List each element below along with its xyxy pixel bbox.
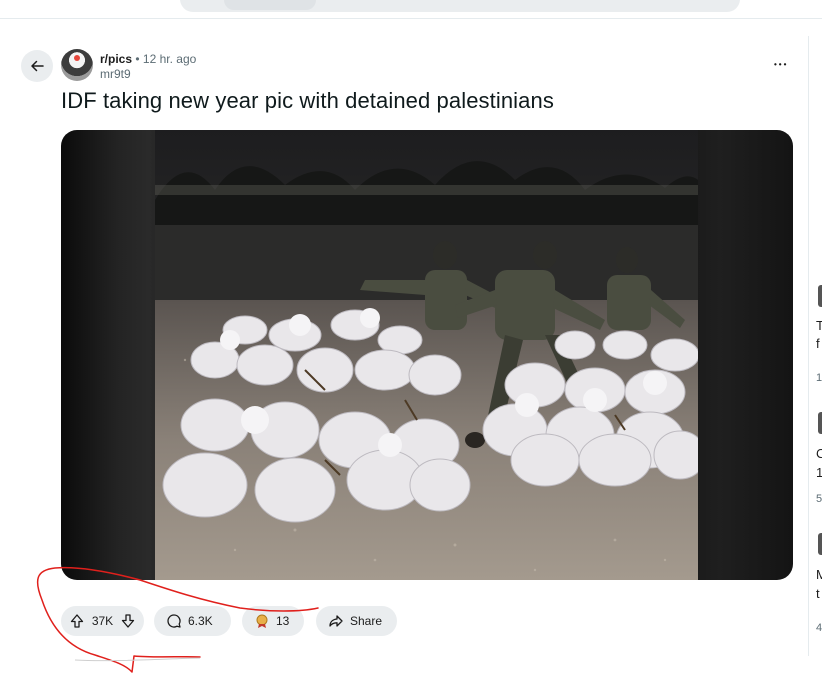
search-bar[interactable]: [180, 0, 740, 12]
top-bar: [0, 0, 822, 19]
rail-thumbnail[interactable]: [818, 533, 822, 555]
arrow-down-icon[interactable]: [120, 613, 136, 629]
rail-count: 4: [816, 622, 822, 634]
ellipsis-icon: •••: [774, 60, 789, 69]
post-meta: r/pics • 12 hr. ago mr9t9: [100, 52, 196, 82]
rail-text[interactable]: t: [816, 586, 820, 601]
vote-pill: 37K: [61, 606, 144, 636]
speech-bubble-icon: [166, 613, 182, 629]
search-bar-chip[interactable]: [224, 0, 316, 10]
rail-text[interactable]: M: [816, 567, 822, 582]
post-image[interactable]: [61, 130, 793, 580]
post-title[interactable]: IDF taking new year pic with detained pa…: [61, 88, 554, 114]
share-label: Share: [350, 614, 383, 628]
arrow-up-icon[interactable]: [69, 613, 85, 629]
photo-illustration: [155, 130, 698, 580]
rail-count: 1: [816, 372, 822, 384]
rail-text[interactable]: 1: [816, 465, 822, 480]
arrow-left-icon: [29, 58, 45, 74]
rail-text[interactable]: T: [816, 318, 822, 333]
post-time: 12 hr. ago: [142, 52, 197, 66]
more-options-button[interactable]: •••: [774, 58, 794, 74]
meta-separator: •: [135, 52, 140, 66]
award-count: 13: [276, 614, 290, 628]
subreddit-avatar[interactable]: [61, 49, 93, 81]
share-button[interactable]: Share: [316, 606, 397, 636]
author-link[interactable]: mr9t9: [100, 67, 196, 82]
rail-thumbnail[interactable]: [818, 412, 822, 434]
comment-count: 6.3K: [188, 614, 213, 628]
rail-count: 5: [816, 493, 822, 505]
back-button[interactable]: [21, 50, 53, 82]
subreddit-link[interactable]: r/pics: [100, 52, 132, 66]
rail-text[interactable]: f: [816, 336, 820, 351]
upvote-count: 37K: [91, 614, 114, 628]
comments-button[interactable]: 6.3K: [154, 606, 231, 636]
awards-button[interactable]: 13: [242, 606, 304, 636]
rail-thumbnail[interactable]: [818, 285, 822, 307]
rail-text[interactable]: C: [816, 446, 822, 461]
share-arrow-icon: [328, 613, 344, 629]
award-icon: [254, 613, 270, 629]
